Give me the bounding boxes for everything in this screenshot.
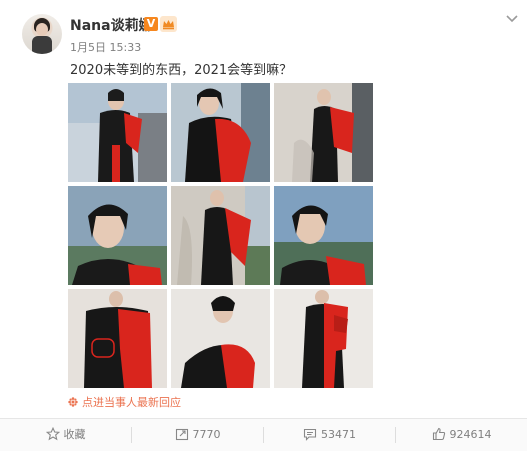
repost-icon — [175, 428, 188, 441]
photo-thumbnail[interactable] — [171, 186, 270, 285]
username-link[interactable]: Nana谈莉娜 — [70, 15, 153, 35]
post-timestamp[interactable]: 1月5日 15:33 — [70, 39, 141, 55]
photo-thumbnail[interactable] — [68, 289, 167, 388]
like-count: 924614 — [449, 428, 492, 441]
verified-badge-icon: V — [144, 17, 158, 31]
photo-thumbnail[interactable] — [274, 186, 373, 285]
avatar[interactable] — [22, 14, 62, 54]
comment-icon — [303, 428, 317, 441]
member-crown-icon — [160, 16, 177, 32]
flower-icon — [68, 397, 78, 407]
like-button[interactable]: 924614 — [396, 419, 527, 451]
favorite-label: 收藏 — [63, 428, 86, 441]
action-bar: 收藏 7770 53471 924614 — [0, 418, 527, 451]
post-text: 2020未等到的东西，2021会等到嘛？ — [70, 63, 293, 78]
photo-thumbnail[interactable] — [68, 83, 167, 182]
chevron-down-icon[interactable] — [505, 14, 519, 24]
photo-grid — [68, 83, 373, 388]
favorite-button[interactable]: 收藏 — [0, 419, 131, 451]
photo-thumbnail[interactable] — [171, 289, 270, 388]
photo-thumbnail[interactable] — [274, 289, 373, 388]
latest-response-link[interactable]: 点进当事人最新回应 — [68, 394, 181, 410]
thumbs-up-icon — [432, 427, 445, 441]
repost-count: 7770 — [192, 428, 221, 441]
weibo-post-card: Nana谈莉娜 V 1月5日 15:33 2020未等到的东西，2021会等到嘛… — [0, 0, 527, 451]
photo-thumbnail[interactable] — [68, 186, 167, 285]
photo-thumbnail[interactable] — [171, 83, 270, 182]
comment-button[interactable]: 53471 — [264, 419, 395, 451]
repost-button[interactable]: 7770 — [132, 419, 263, 451]
photo-thumbnail[interactable] — [274, 83, 373, 182]
latest-response-label: 点进当事人最新回应 — [82, 396, 181, 409]
star-icon — [45, 427, 60, 441]
comment-count: 53471 — [321, 428, 356, 441]
